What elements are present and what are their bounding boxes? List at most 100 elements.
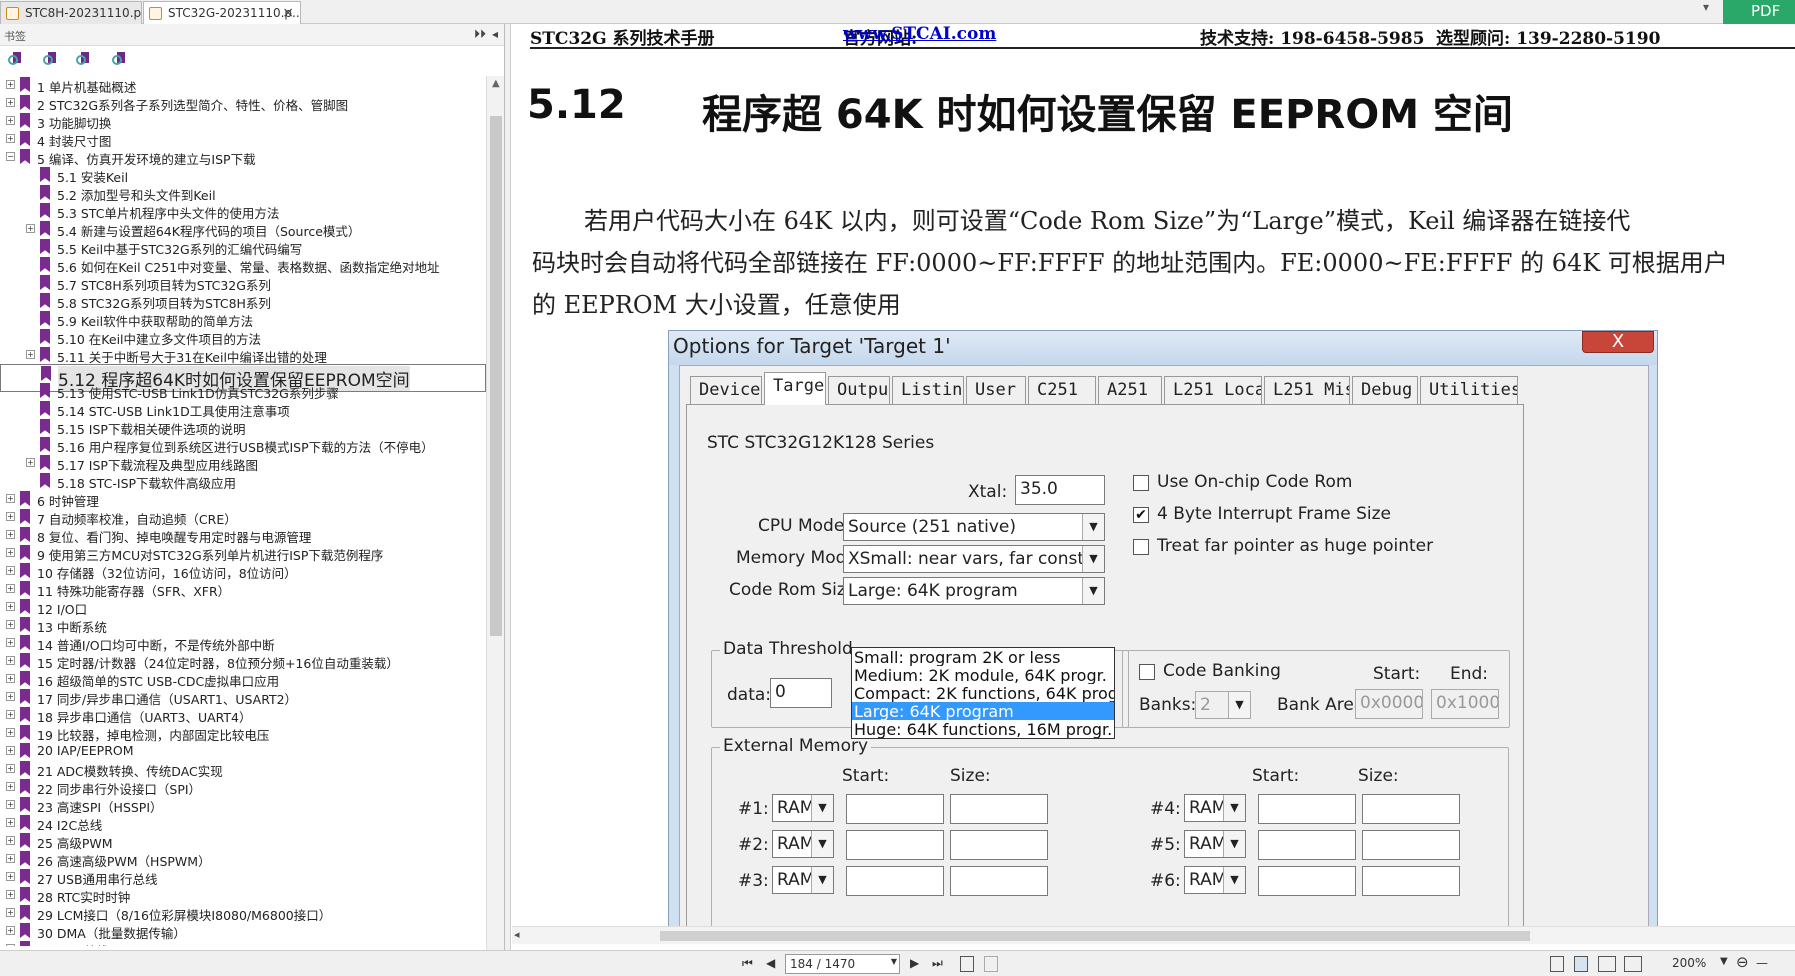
expand-icon[interactable]: + xyxy=(6,638,15,647)
expand-icon[interactable]: + xyxy=(6,566,15,575)
ext-mem-size-input[interactable] xyxy=(950,830,1048,860)
bookmark-item[interactable]: 5.2 添加型号和头文件到Keil xyxy=(0,184,486,203)
website-link[interactable]: www.STCAI.com xyxy=(843,24,996,44)
bank-start-input[interactable]: 0x0000 xyxy=(1355,689,1423,719)
expand-icon[interactable]: + xyxy=(6,764,15,773)
bookmark-item[interactable]: +17 同步/异步串口通信（USART1、USART2） xyxy=(0,688,486,707)
sidebar-splitter[interactable] xyxy=(505,24,511,950)
expand-icon[interactable]: + xyxy=(6,854,15,863)
ext-mem-start-input[interactable] xyxy=(846,830,944,860)
expand-icon[interactable]: + xyxy=(6,530,15,539)
bookmark-find-icon[interactable] xyxy=(112,52,128,68)
bookmark-collapse-icon[interactable] xyxy=(43,52,59,68)
expand-icon[interactable]: + xyxy=(6,620,15,629)
bookmark-item[interactable]: +20 IAP/EEPROM xyxy=(0,742,486,760)
dialog-close-button[interactable]: X xyxy=(1582,331,1654,353)
expand-icon[interactable]: + xyxy=(6,116,15,125)
continuous-view-icon[interactable] xyxy=(1574,956,1588,972)
expand-icon[interactable]: + xyxy=(6,548,15,557)
pdf-app-button[interactable]: PDF xyxy=(1723,0,1795,24)
zoom-out-icon[interactable]: ⊖ xyxy=(1736,953,1749,971)
sidebar-close-icon[interactable]: ◂ xyxy=(492,27,498,41)
ext-mem-size-input[interactable] xyxy=(950,866,1048,896)
bookmark-item[interactable]: +8 复位、看门狗、掉电唤醒专用定时器与电源管理 xyxy=(0,526,486,545)
bookmark-item[interactable]: +22 同步串行外设接口（SPI） xyxy=(0,778,486,797)
cpu-mode-select[interactable]: Source (251 native) ▼ xyxy=(843,513,1105,541)
bookmark-add-icon[interactable] xyxy=(76,52,92,68)
expand-icon[interactable]: + xyxy=(6,674,15,683)
dialog-tab[interactable]: Listing xyxy=(892,376,964,404)
expand-icon[interactable]: + xyxy=(6,746,15,755)
dialog-tab[interactable]: Debug xyxy=(1352,376,1418,404)
dialog-tab[interactable]: Utilities xyxy=(1420,376,1518,404)
bookmark-item[interactable]: 5.3 STC单片机程序中头文件的使用方法 xyxy=(0,202,486,221)
expand-icon[interactable]: + xyxy=(6,98,15,107)
bookmark-item[interactable]: +5.4 新建与设置超64K程序代码的项目（Source模式） xyxy=(0,220,486,239)
go-back-icon[interactable] xyxy=(960,956,974,972)
bookmark-item[interactable]: 5.1 安装Keil xyxy=(0,166,486,185)
dialog-tab[interactable]: Device xyxy=(690,376,762,404)
bank-end-input[interactable]: 0x10000 xyxy=(1431,689,1499,719)
expand-icon[interactable]: + xyxy=(6,80,15,89)
expand-icon[interactable]: + xyxy=(6,728,15,737)
bookmark-item[interactable]: +26 高速高级PWM（HSPWM） xyxy=(0,850,486,869)
bookmark-item[interactable]: 5.6 如何在Keil C251中对变量、常量、表格数据、函数指定绝对地址 xyxy=(0,256,486,275)
code-rom-option[interactable]: Huge: 64K functions, 16M progr. xyxy=(852,720,1114,738)
bookmark-item[interactable]: +5.17 ISP下载流程及典型应用线路图 xyxy=(0,454,486,473)
bookmark-item[interactable]: +21 ADC模数转换、传统DAC实现 xyxy=(0,760,486,779)
expand-icon[interactable]: + xyxy=(26,350,35,359)
dialog-tab[interactable]: C251 xyxy=(1028,376,1096,404)
bookmark-item[interactable]: +6 时钟管理 xyxy=(0,490,486,509)
ext-mem-start-input[interactable] xyxy=(1258,866,1356,896)
expand-icon[interactable]: + xyxy=(6,512,15,521)
expand-icon[interactable]: + xyxy=(6,800,15,809)
collapse-icon[interactable]: − xyxy=(6,152,15,161)
expand-icon[interactable]: + xyxy=(26,458,35,467)
bookmark-item[interactable]: +29 LCM接口（8/16位彩屏模块I8080/M6800接口） xyxy=(0,904,486,923)
close-tab-icon[interactable]: × xyxy=(282,5,294,21)
bookmark-item[interactable]: +13 中断系统 xyxy=(0,616,486,635)
code-rom-option[interactable]: Large: 64K program xyxy=(852,702,1114,720)
ext-mem-size-input[interactable] xyxy=(1362,866,1460,896)
expand-icon[interactable]: + xyxy=(6,926,15,935)
expand-icon[interactable]: + xyxy=(26,224,35,233)
expand-icon[interactable]: + xyxy=(6,602,15,611)
treat-far-checkbox[interactable] xyxy=(1133,539,1149,555)
bookmark-item[interactable]: +24 I2C总线 xyxy=(0,814,486,833)
bookmark-item[interactable]: +25 高级PWM xyxy=(0,832,486,851)
zoom-slider[interactable]: — xyxy=(1756,956,1768,970)
bookmark-item[interactable]: +15 定时器/计数器（24位定时器，8位预分频+16位自动重装载） xyxy=(0,652,486,671)
bookmark-expand-icon[interactable] xyxy=(8,52,24,68)
memory-model-select[interactable]: XSmall: near vars, far const, ptr-4▼ xyxy=(843,545,1105,573)
ext-mem-size-input[interactable] xyxy=(1362,794,1460,824)
expand-icon[interactable]: + xyxy=(6,134,15,143)
ext-mem-type-select[interactable]: RAM ▼ xyxy=(1184,794,1246,822)
code-rom-option[interactable]: Small: program 2K or less xyxy=(852,648,1114,666)
bookmark-item[interactable]: +2 STC32G系列各子系列选型简介、特性、价格、管脚图 xyxy=(0,94,486,113)
ext-mem-size-input[interactable] xyxy=(1362,830,1460,860)
code-rom-option[interactable]: Medium: 2K module, 64K progr. xyxy=(852,666,1114,684)
bookmark-item[interactable]: 5.8 STC32G系列项目转为STC8H系列 xyxy=(0,292,486,311)
horizontal-scrollbar[interactable]: ◂ xyxy=(512,926,1795,944)
ext-mem-start-input[interactable] xyxy=(846,794,944,824)
first-page-icon[interactable]: ⏮ xyxy=(742,956,753,971)
ext-mem-start-input[interactable] xyxy=(1258,794,1356,824)
bookmark-item[interactable]: +28 RTC实时时钟 xyxy=(0,886,486,905)
bookmark-item[interactable]: 5.13 使用STC-USB Link1D仿真STC32G系列步骤 xyxy=(0,382,486,401)
expand-icon[interactable]: + xyxy=(6,908,15,917)
bookmark-item[interactable]: +5.11 关于中断号大于31在Keil中编译出错的处理 xyxy=(0,346,486,365)
bookmark-item[interactable]: 5.15 ISP下载相关硬件选项的说明 xyxy=(0,418,486,437)
use-onchip-checkbox[interactable] xyxy=(1133,475,1149,491)
dialog-tab[interactable]: Target xyxy=(764,372,826,405)
banks-select[interactable]: 2 ▼ xyxy=(1195,691,1251,719)
tab-stc32g[interactable]: STC32G-20231110.p... × xyxy=(143,1,301,24)
ext-mem-type-select[interactable]: RAM ▼ xyxy=(1184,830,1246,858)
bookmark-item[interactable]: 5.16 用户程序复位到系统区进行USB模式ISP下载的方法（不停电） xyxy=(0,436,486,455)
go-forward-icon[interactable] xyxy=(984,956,998,972)
zoom-menu-icon[interactable]: ▼ xyxy=(1720,956,1728,967)
bookmark-item[interactable]: +10 存储器（32位访问，16位访问，8位访问） xyxy=(0,562,486,581)
bookmark-item[interactable]: +27 USB通用串行总线 xyxy=(0,868,486,887)
expand-icon[interactable]: + xyxy=(6,944,15,946)
tab-stc8h[interactable]: STC8H-20231110.p... xyxy=(0,1,142,24)
code-banking-checkbox[interactable] xyxy=(1139,664,1155,680)
